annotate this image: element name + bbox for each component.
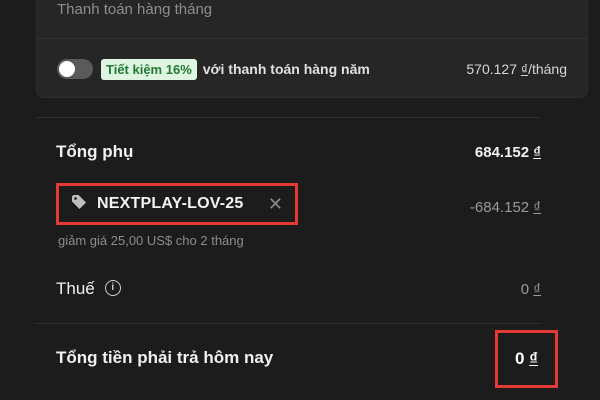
currency-symbol: ₫ xyxy=(529,349,538,368)
subtotal-value: 684.152 ₫ xyxy=(475,144,541,161)
promo-discount-value: -684.152 ₫ xyxy=(470,199,541,216)
currency-symbol: ₫ xyxy=(520,61,529,77)
annual-billing-text: với thanh toán hàng năm xyxy=(202,61,370,77)
info-icon[interactable]: i xyxy=(104,279,121,296)
tax-row-label: Thuế i xyxy=(56,279,121,299)
close-icon[interactable]: ✕ xyxy=(268,194,283,215)
currency-symbol: ₫ xyxy=(533,199,541,216)
billing-options-card: Thanh toán hàng tháng Tiết kiệm 16% với … xyxy=(36,0,588,98)
annual-billing-toggle[interactable] xyxy=(57,59,93,79)
annual-price: 570.127 ₫/tháng xyxy=(466,61,567,77)
section-divider xyxy=(36,323,540,324)
tag-icon xyxy=(71,194,87,215)
annual-price-amount: 570.127 xyxy=(466,61,517,77)
tax-amount: 0 xyxy=(520,281,530,298)
total-label: Tổng tiền phải trả hôm nay xyxy=(56,348,274,367)
subtotal-amount: 684.152 xyxy=(474,144,530,161)
promo-code-chip: NEXTPLAY-LOV-25 ✕ xyxy=(56,183,298,225)
promo-discount-amount: -684.152 xyxy=(469,199,530,216)
annual-price-period: /tháng xyxy=(528,61,567,77)
card-divider xyxy=(37,38,587,39)
total-highlight: 0 ₫ xyxy=(495,330,558,388)
annual-billing-row: Tiết kiệm 16% với thanh toán hàng năm 57… xyxy=(57,56,567,82)
total-value: 0 ₫ xyxy=(515,349,538,369)
total-amount: 0 xyxy=(515,349,525,368)
currency-symbol: ₫ xyxy=(533,281,541,298)
promo-description: giảm giá 25,00 US$ cho 2 tháng xyxy=(58,233,244,248)
toggle-knob xyxy=(59,61,75,77)
section-divider xyxy=(36,117,540,118)
tax-label: Thuế xyxy=(56,279,95,298)
savings-badge: Tiết kiệm 16% xyxy=(101,58,197,80)
subtotal-label: Tổng phụ xyxy=(56,142,134,161)
monthly-billing-label: Thanh toán hàng tháng xyxy=(57,1,213,18)
promo-code-text: NEXTPLAY-LOV-25 xyxy=(97,195,244,212)
currency-symbol: ₫ xyxy=(533,144,541,161)
tax-value: 0 ₫ xyxy=(521,281,541,298)
